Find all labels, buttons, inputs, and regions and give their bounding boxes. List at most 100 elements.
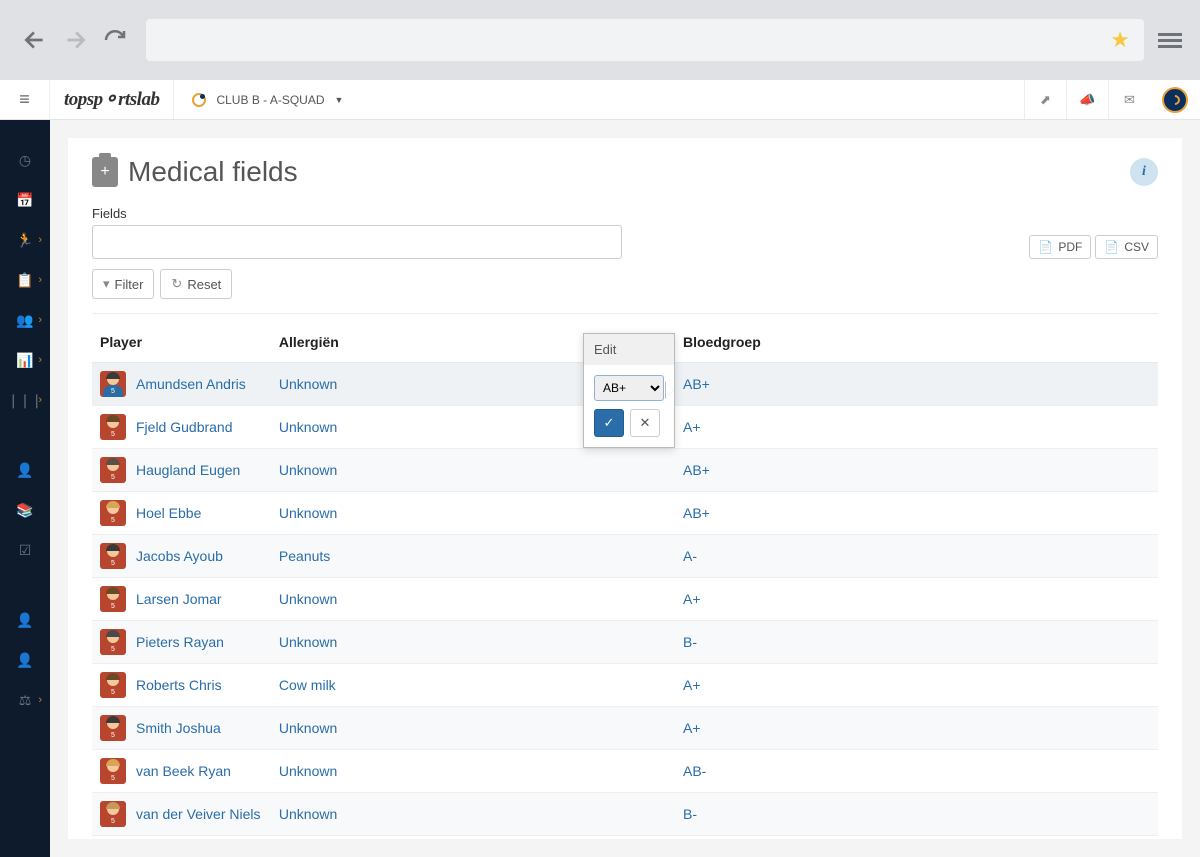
file-icon: 📄 xyxy=(1038,240,1053,254)
blood-value[interactable]: A+ xyxy=(683,677,701,693)
table-row: 5Pieters RayanUnknownB- xyxy=(92,621,1158,664)
allergy-value[interactable]: Unknown xyxy=(279,462,337,478)
sidebar-dashboard[interactable]: ◷ xyxy=(0,140,50,180)
main-panel: + Medical fields i Fields 📄PDF 📄CSV ▾Fil… xyxy=(68,138,1182,839)
announcement-icon[interactable]: 📣 xyxy=(1066,80,1108,119)
allergy-value[interactable]: Unknown xyxy=(279,720,337,736)
sidebar-team[interactable]: 👥 xyxy=(0,300,50,340)
reset-button[interactable]: ↻Reset xyxy=(160,269,232,299)
info-button[interactable]: i xyxy=(1130,158,1158,186)
back-button[interactable] xyxy=(18,23,52,57)
blood-value[interactable]: AB+ xyxy=(683,376,710,392)
sidebar-stats[interactable]: ❘❘❘ xyxy=(0,380,50,420)
player-name-link[interactable]: Hoel Ebbe xyxy=(136,505,201,521)
sidebar-toggle-button[interactable]: ≡ xyxy=(0,80,50,119)
sidebar-calendar[interactable]: 📅 xyxy=(0,180,50,220)
popover-title: Edit xyxy=(584,334,674,365)
player-name-link[interactable]: Roberts Chris xyxy=(136,677,222,693)
brand-logo[interactable]: topsp⚬rtslab xyxy=(50,80,174,119)
player-name-link[interactable]: Larsen Jomar xyxy=(136,591,222,607)
sidebar-user[interactable]: 👤 xyxy=(0,450,50,490)
player-name-link[interactable]: van der Veiver Niels xyxy=(136,806,261,822)
cancel-button[interactable]: ✕ xyxy=(630,409,660,437)
blood-value[interactable]: A+ xyxy=(683,419,701,435)
player-name-link[interactable]: Amundsen Andris xyxy=(136,376,246,392)
expand-icon[interactable]: ⬈ xyxy=(1024,80,1066,119)
fields-input[interactable] xyxy=(92,225,622,259)
table-row: 5 Haugland Eugen Unknown AB+ xyxy=(92,449,1158,492)
allergy-value[interactable]: Unknown xyxy=(279,634,337,650)
allergy-value[interactable]: Unknown xyxy=(279,591,337,607)
player-avatar: 5 xyxy=(100,371,126,397)
sidebar-activity[interactable]: 🏃 xyxy=(0,220,50,260)
sidebar-library[interactable]: 📚 xyxy=(0,490,50,530)
bookmark-star-icon[interactable]: ★ xyxy=(1110,27,1130,53)
allergy-value[interactable]: Unknown xyxy=(279,763,337,779)
sidebar: ◷ 📅 🏃 📋 👥 📊 ❘❘❘ 👤 📚 ☑ 👤 👤 ⚖ xyxy=(0,120,50,857)
sidebar-profile[interactable]: 👤 xyxy=(0,600,50,640)
player-name-link[interactable]: Jacobs Ayoub xyxy=(136,548,223,564)
reload-button[interactable] xyxy=(98,23,132,57)
forward-button[interactable] xyxy=(58,23,92,57)
blood-type-select[interactable]: AB+AB-A+A-B+B-O+O- xyxy=(594,375,664,401)
blood-value[interactable]: B- xyxy=(683,806,697,822)
medical-clipboard-icon: + xyxy=(92,157,118,187)
player-name-link[interactable]: Smith Joshua xyxy=(136,720,221,736)
team-selector[interactable]: CLUB B - A-SQUAD ▼ xyxy=(174,80,361,119)
app-header: ≡ topsp⚬rtslab CLUB B - A-SQUAD ▼ ⬈ 📣 ✉ xyxy=(0,80,1200,120)
col-player[interactable]: Player xyxy=(92,320,271,363)
profile-avatar[interactable] xyxy=(1162,87,1188,113)
allergy-value[interactable]: Unknown xyxy=(279,419,337,435)
funnel-icon: ▾ xyxy=(103,276,110,292)
fields-label: Fields xyxy=(92,206,622,221)
allergy-value[interactable]: Unknown xyxy=(279,376,337,392)
player-avatar: 5 xyxy=(100,672,126,698)
allergy-value[interactable]: Peanuts xyxy=(279,548,330,564)
confirm-button[interactable]: ✓ xyxy=(594,409,624,437)
sidebar-profile-settings[interactable]: 👤 xyxy=(0,640,50,680)
player-avatar: 5 xyxy=(100,414,126,440)
browser-menu-icon[interactable] xyxy=(1158,30,1182,51)
player-avatar: 5 xyxy=(100,457,126,483)
sidebar-balance[interactable]: ⚖ xyxy=(0,680,50,720)
team-name: CLUB B - A-SQUAD xyxy=(216,93,324,107)
player-name-link[interactable]: Pieters Rayan xyxy=(136,634,224,650)
edit-popover: Edit AB+AB-A+A-B+B-O+O- ✓ ✕ xyxy=(583,333,675,448)
blood-value[interactable]: AB+ xyxy=(683,462,710,478)
blood-value[interactable]: A+ xyxy=(683,720,701,736)
sidebar-list[interactable]: 📊 xyxy=(0,340,50,380)
player-avatar: 5 xyxy=(100,801,126,827)
allergy-value[interactable]: Unknown xyxy=(279,806,337,822)
player-avatar: 5 xyxy=(100,758,126,784)
player-avatar: 5 xyxy=(100,543,126,569)
player-avatar: 5 xyxy=(100,586,126,612)
table-row: 5 Hoel Ebbe Unknown AB+ xyxy=(92,492,1158,535)
table-row: 5 Larsen Jomar Unknown A+ xyxy=(92,578,1158,621)
dropdown-caret-icon: ▼ xyxy=(335,95,344,105)
blood-value[interactable]: A+ xyxy=(683,591,701,607)
player-avatar: 5 xyxy=(100,715,126,741)
export-pdf-button[interactable]: 📄PDF xyxy=(1029,235,1091,259)
sidebar-medical[interactable]: 📋 xyxy=(0,260,50,300)
table-row: 5 Smith Joshua Unknown A+ xyxy=(92,707,1158,750)
sidebar-tasks[interactable]: ☑ xyxy=(0,530,50,570)
url-bar[interactable]: ★ xyxy=(146,19,1144,61)
player-name-link[interactable]: Fjeld Gudbrand xyxy=(136,419,233,435)
blood-value[interactable]: AB+ xyxy=(683,505,710,521)
table-row: 5 van Beek Ryan Unknown AB- xyxy=(92,750,1158,793)
file-icon: 📄 xyxy=(1104,240,1119,254)
table-row: 5 Roberts Chris Cow milk A+ xyxy=(92,664,1158,707)
player-name-link[interactable]: van Beek Ryan xyxy=(136,763,231,779)
blood-value[interactable]: A- xyxy=(683,548,697,564)
allergy-value[interactable]: Unknown xyxy=(279,505,337,521)
blood-value[interactable]: AB- xyxy=(683,763,706,779)
col-blood[interactable]: Bloedgroep xyxy=(675,320,1158,363)
mail-icon[interactable]: ✉ xyxy=(1108,80,1150,119)
export-csv-button[interactable]: 📄CSV xyxy=(1095,235,1158,259)
blood-value[interactable]: B- xyxy=(683,634,697,650)
filter-button[interactable]: ▾Filter xyxy=(92,269,154,299)
table-row: 5 Jacobs Ayoub Peanuts A- xyxy=(92,535,1158,578)
player-name-link[interactable]: Haugland Eugen xyxy=(136,462,240,478)
player-avatar: 5 xyxy=(100,500,126,526)
allergy-value[interactable]: Cow milk xyxy=(279,677,336,693)
